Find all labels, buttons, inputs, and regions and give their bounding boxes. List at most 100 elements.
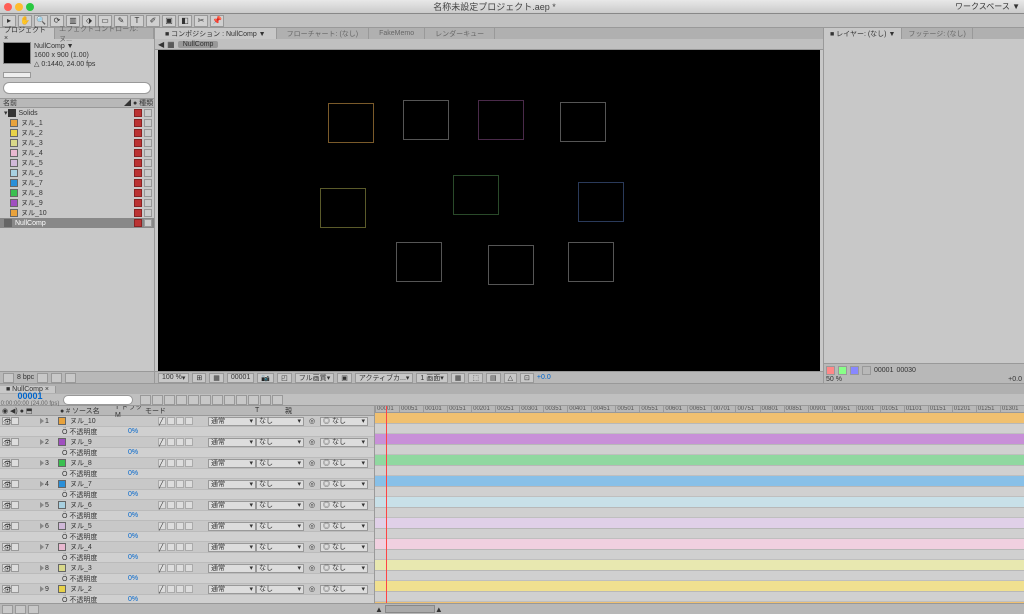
tl-btn-1[interactable] — [140, 395, 151, 405]
label-color[interactable] — [58, 564, 66, 572]
switch-adj[interactable] — [185, 564, 193, 572]
mode-dropdown[interactable]: 通常▾ — [208, 543, 256, 552]
switch-mb[interactable] — [176, 543, 184, 551]
opacity-value[interactable]: 0% — [128, 428, 138, 435]
clone-tool[interactable]: ▣ — [162, 15, 176, 27]
label-color[interactable] — [58, 522, 66, 530]
mode-dropdown[interactable]: 通常▾ — [208, 459, 256, 468]
eye-toggle[interactable]: 👁 — [2, 501, 10, 509]
switch-adj[interactable] — [185, 543, 193, 551]
project-search-input[interactable] — [3, 82, 151, 94]
solo-toggle[interactable] — [11, 522, 19, 530]
opacity-prop[interactable]: Ö 不透明度 — [48, 574, 128, 584]
parent-dropdown[interactable]: ◎ なし▾ — [320, 417, 368, 426]
switch-shy[interactable]: ╱ — [158, 522, 166, 530]
ch-green[interactable] — [838, 366, 847, 375]
layer-name[interactable]: ヌル_10 — [68, 416, 128, 426]
viewer-btn-3[interactable]: ▣ — [337, 373, 352, 383]
label-color[interactable] — [58, 417, 66, 425]
tl-btn-7[interactable] — [212, 395, 223, 405]
eye-toggle[interactable]: 👁 — [2, 438, 10, 446]
tab-footage[interactable]: フッテージ: (なし) — [902, 28, 972, 39]
switch-shy[interactable]: ╱ — [158, 438, 166, 446]
switch-fx[interactable] — [167, 501, 175, 509]
tl-btn-9[interactable] — [236, 395, 247, 405]
layer-bar[interactable] — [375, 539, 1024, 549]
switch-mb[interactable] — [176, 438, 184, 446]
tl-toggle-3[interactable] — [28, 605, 39, 614]
parent-dropdown[interactable]: ◎ なし▾ — [320, 522, 368, 531]
label-color[interactable] — [58, 438, 66, 446]
trkmat-dropdown[interactable]: なし▾ — [256, 459, 304, 468]
tl-btn-4[interactable] — [176, 395, 187, 405]
view-layout[interactable]: 1 画面 ▾ — [416, 373, 447, 383]
switch-adj[interactable] — [185, 522, 193, 530]
composition-canvas[interactable] — [158, 50, 820, 371]
switch-adj[interactable] — [185, 417, 193, 425]
layer-name[interactable]: ヌル_8 — [68, 458, 128, 468]
parent-dropdown[interactable]: ◎ なし▾ — [320, 438, 368, 447]
layer-bar[interactable] — [375, 518, 1024, 528]
switch-adj[interactable] — [185, 585, 193, 593]
opacity-value[interactable]: 0% — [128, 533, 138, 540]
trash-button[interactable] — [65, 373, 76, 383]
switch-shy[interactable]: ╱ — [158, 543, 166, 551]
switch-mb[interactable] — [176, 459, 184, 467]
opacity-prop[interactable]: Ö 不透明度 — [48, 490, 128, 500]
switch-adj[interactable] — [185, 459, 193, 467]
new-folder-button[interactable] — [37, 373, 48, 383]
zoom-out-icon[interactable]: ▲ — [375, 605, 383, 614]
solo-toggle[interactable] — [11, 417, 19, 425]
parent-pick[interactable]: ◎ — [304, 585, 320, 593]
null-layer-box[interactable] — [488, 245, 534, 285]
solo-toggle[interactable] — [11, 480, 19, 488]
ch-blue[interactable] — [850, 366, 859, 375]
viewer-btn-8[interactable]: ⊡ — [520, 373, 534, 383]
eye-toggle[interactable]: 👁 — [2, 417, 10, 425]
opacity-prop[interactable]: Ö 不透明度 — [48, 553, 128, 563]
parent-pick[interactable]: ◎ — [304, 480, 320, 488]
playhead[interactable] — [386, 406, 387, 603]
tl-btn-10[interactable] — [248, 395, 259, 405]
tl-btn-12[interactable] — [272, 395, 283, 405]
opacity-value[interactable]: 0% — [128, 575, 138, 582]
puppet-tool[interactable]: 📌 — [210, 15, 224, 27]
parent-dropdown[interactable]: ◎ なし▾ — [320, 501, 368, 510]
eye-toggle[interactable]: 👁 — [2, 480, 10, 488]
switch-fx[interactable] — [167, 543, 175, 551]
null-layer-box[interactable] — [403, 100, 449, 140]
layer-name[interactable]: ヌル_2 — [68, 584, 128, 594]
null-layer-box[interactable] — [568, 242, 614, 282]
mode-dropdown[interactable]: 通常▾ — [208, 585, 256, 594]
opacity-value[interactable]: 0% — [128, 491, 138, 498]
layer-row[interactable]: 👁 3 ヌル_8 ╱ 通常▾ なし▾ ◎ ◎ なし▾ Ö 不透明度 0% — [0, 458, 374, 479]
project-item[interactable]: ヌル_7 — [0, 178, 154, 188]
layer-name[interactable]: ヌル_4 — [68, 542, 128, 552]
project-item[interactable]: ヌル_9 — [0, 198, 154, 208]
project-item[interactable]: ヌル_3 — [0, 138, 154, 148]
eye-toggle[interactable]: 👁 — [2, 459, 10, 467]
parent-dropdown[interactable]: ◎ なし▾ — [320, 543, 368, 552]
solo-toggle[interactable] — [11, 585, 19, 593]
tl-btn-6[interactable] — [200, 395, 211, 405]
tl-toggle-2[interactable] — [15, 605, 26, 614]
tab-layer[interactable]: ■ レイヤー: (なし) ▼ — [824, 28, 902, 39]
label-color[interactable] — [58, 480, 66, 488]
close-icon[interactable] — [4, 3, 12, 11]
snapshot-icon[interactable]: 📷 — [257, 373, 274, 383]
switch-shy[interactable]: ╱ — [158, 417, 166, 425]
layer-row[interactable]: 👁 9 ヌル_2 ╱ 通常▾ なし▾ ◎ ◎ なし▾ Ö 不透明度 0% — [0, 584, 374, 603]
layer-bar[interactable] — [375, 581, 1024, 591]
switch-shy[interactable]: ╱ — [158, 480, 166, 488]
zoom-in-icon[interactable]: ▲ — [435, 605, 443, 614]
mode-dropdown[interactable]: 通常▾ — [208, 501, 256, 510]
layer-bar[interactable] — [375, 602, 1024, 603]
layer-name[interactable]: ヌル_5 — [68, 521, 128, 531]
viewer-btn-7[interactable]: △ — [504, 373, 517, 383]
trkmat-dropdown[interactable]: なし▾ — [256, 480, 304, 489]
tl-btn-3[interactable] — [164, 395, 175, 405]
folder-row[interactable]: ▾Solids — [0, 108, 154, 118]
tl-toggle-1[interactable] — [2, 605, 13, 614]
eye-toggle[interactable]: 👁 — [2, 522, 10, 530]
layer-row[interactable]: 👁 1 ヌル_10 ╱ 通常▾ なし▾ ◎ ◎ なし▾ Ö 不透明度 0% — [0, 416, 374, 437]
